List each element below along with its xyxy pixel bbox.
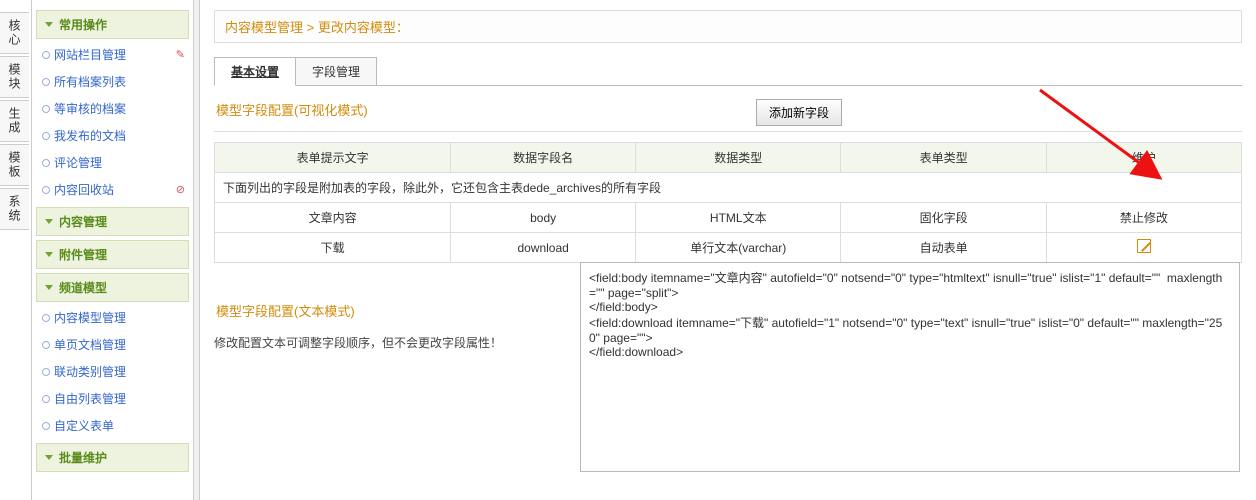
menu-label: 联动类别管理 xyxy=(54,363,126,380)
th-formtype: 表单类型 xyxy=(841,143,1046,173)
cell-datatype: HTML文本 xyxy=(636,203,841,233)
sidebar-item-content-model[interactable]: 内容模型管理 xyxy=(36,304,189,331)
th-maintain: 维护 xyxy=(1046,143,1241,173)
cell-formtype: 固化字段 xyxy=(841,203,1046,233)
group-batch[interactable]: 批量维护 xyxy=(36,443,189,472)
sidebar-item-linked-category[interactable]: 联动类别管理 xyxy=(36,358,189,385)
group-common[interactable]: 常用操作 xyxy=(36,10,189,39)
sidebar-item-recycle[interactable]: 内容回收站 ⊘ xyxy=(36,176,189,203)
cell-maintain-disabled: 禁止修改 xyxy=(1046,203,1241,233)
menu-label: 等审核的档案 xyxy=(54,100,126,117)
group-label: 内容管理 xyxy=(59,213,107,230)
menu-label: 单页文档管理 xyxy=(54,336,126,353)
tab-basic-settings[interactable]: 基本设置 xyxy=(214,57,296,86)
chevron-down-icon xyxy=(45,252,53,257)
group-label: 附件管理 xyxy=(59,246,107,263)
tab-field-manage[interactable]: 字段管理 xyxy=(295,57,377,86)
cell-fieldname: download xyxy=(451,233,636,263)
group-attachment[interactable]: 附件管理 xyxy=(36,240,189,269)
group-label: 频道模型 xyxy=(59,279,107,296)
chevron-down-icon xyxy=(45,455,53,460)
vtab-module[interactable]: 模块 xyxy=(0,56,29,98)
vtab-core[interactable]: 核心 xyxy=(0,12,29,54)
table-note: 下面列出的字段是附加表的字段，除此外，它还包含主表dede_archives的所… xyxy=(215,173,1242,203)
th-prompt: 表单提示文字 xyxy=(215,143,451,173)
sidebar: 常用操作 网站栏目管理 ✎ 所有档案列表 等审核的档案 我发布的文档 评论管理 内… xyxy=(32,0,194,500)
vertical-tabs: 核心 模块 生成 模板 系统 xyxy=(0,0,32,500)
menu-label: 我发布的文档 xyxy=(54,127,126,144)
sidebar-item-custom-form[interactable]: 自定义表单 xyxy=(36,412,189,439)
table-row: 文章内容 body HTML文本 固化字段 禁止修改 xyxy=(215,203,1242,233)
visual-config-title: 模型字段配置(可视化模式) xyxy=(214,86,368,127)
group-label: 批量维护 xyxy=(59,449,107,466)
sidebar-item-single-page[interactable]: 单页文档管理 xyxy=(36,331,189,358)
field-config-textarea[interactable] xyxy=(580,262,1240,472)
menu-label: 内容回收站 xyxy=(54,181,114,198)
warn-flag-icon: ⊘ xyxy=(176,183,185,196)
th-fieldname: 数据字段名 xyxy=(451,143,636,173)
cell-maintain-edit[interactable] xyxy=(1046,233,1241,263)
add-field-button[interactable]: 添加新字段 xyxy=(756,99,842,126)
tabs: 基本设置字段管理 xyxy=(214,57,1242,86)
chevron-down-icon xyxy=(45,219,53,224)
edit-flag-icon: ✎ xyxy=(176,48,185,61)
group-label: 常用操作 xyxy=(59,16,107,33)
table-row: 下载 download 单行文本(varchar) 自动表单 xyxy=(215,233,1242,263)
sidebar-item-free-list[interactable]: 自由列表管理 xyxy=(36,385,189,412)
cell-datatype: 单行文本(varchar) xyxy=(636,233,841,263)
menu-label: 所有档案列表 xyxy=(54,73,126,90)
menu-label: 内容模型管理 xyxy=(54,309,126,326)
field-table: 表单提示文字 数据字段名 数据类型 表单类型 维护 下面列出的字段是附加表的字段… xyxy=(214,142,1242,263)
menu-label: 评论管理 xyxy=(54,154,102,171)
cell-fieldname: body xyxy=(451,203,636,233)
th-datatype: 数据类型 xyxy=(636,143,841,173)
sidebar-item-comments[interactable]: 评论管理 xyxy=(36,149,189,176)
edit-icon[interactable] xyxy=(1137,239,1151,253)
menu-label: 网站栏目管理 xyxy=(54,46,126,63)
sidebar-item-pending[interactable]: 等审核的档案 xyxy=(36,95,189,122)
vtab-system[interactable]: 系统 xyxy=(0,188,29,230)
cell-prompt: 文章内容 xyxy=(215,203,451,233)
vtab-template[interactable]: 模板 xyxy=(0,144,29,186)
sidebar-item-all-archives[interactable]: 所有档案列表 xyxy=(36,68,189,95)
chevron-down-icon xyxy=(45,22,53,27)
group-content-manage[interactable]: 内容管理 xyxy=(36,207,189,236)
vtab-generate[interactable]: 生成 xyxy=(0,100,29,142)
sidebar-item-column-manage[interactable]: 网站栏目管理 ✎ xyxy=(36,41,189,68)
breadcrumb: 内容模型管理 > 更改内容模型： xyxy=(214,10,1242,43)
cell-prompt: 下载 xyxy=(215,233,451,263)
menu-label: 自由列表管理 xyxy=(54,390,126,407)
chevron-down-icon xyxy=(45,285,53,290)
cell-formtype: 自动表单 xyxy=(841,233,1046,263)
group-channel-model[interactable]: 频道模型 xyxy=(36,273,189,302)
menu-label: 自定义表单 xyxy=(54,417,114,434)
sidebar-item-my-posts[interactable]: 我发布的文档 xyxy=(36,122,189,149)
